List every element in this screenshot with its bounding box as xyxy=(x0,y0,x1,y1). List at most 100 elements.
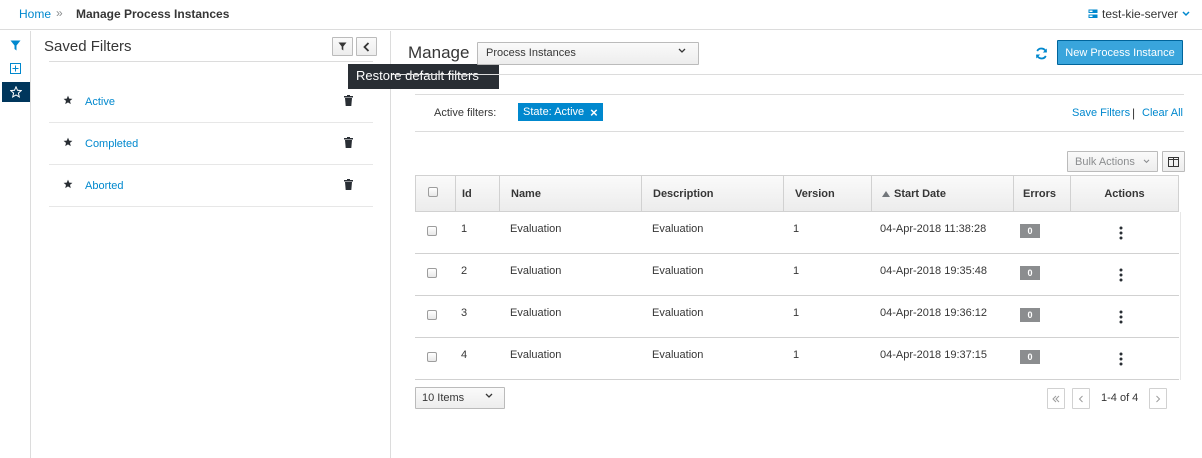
restore-default-filters-button[interactable] xyxy=(332,37,353,56)
column-header-start-date-label: Start Date xyxy=(894,188,946,200)
bulk-actions-dropdown[interactable]: Bulk Actions xyxy=(1067,151,1158,172)
select-all-checkbox[interactable] xyxy=(428,187,438,197)
new-process-instance-button[interactable]: New Process Instance xyxy=(1057,40,1183,65)
cell-start-date: 04-Apr-2018 19:36:12 xyxy=(880,307,988,319)
table-scrollbar[interactable] xyxy=(1180,212,1184,380)
star-icon xyxy=(63,95,73,105)
restore-filters-tooltip: Restore default filters xyxy=(348,64,499,89)
filter-icon xyxy=(338,42,347,51)
cell-description: Evaluation xyxy=(652,265,704,277)
row-checkbox[interactable] xyxy=(427,268,437,278)
refresh-button[interactable] xyxy=(1032,44,1050,62)
trash-icon[interactable] xyxy=(344,179,353,190)
save-filters-link[interactable]: Save Filters xyxy=(1072,107,1130,119)
trash-icon[interactable] xyxy=(344,95,353,106)
cell-name: Evaluation xyxy=(510,307,562,319)
sort-ascending-icon xyxy=(882,191,890,197)
cell-description: Evaluation xyxy=(652,223,704,235)
manage-type-select[interactable]: Process Instances xyxy=(477,42,699,65)
kebab-menu-icon[interactable] xyxy=(1117,310,1125,324)
cell-id: 4 xyxy=(461,349,468,361)
cell-version: 1 xyxy=(793,307,800,319)
server-icon xyxy=(1088,9,1098,18)
cell-id: 2 xyxy=(461,265,468,277)
cell-name: Evaluation xyxy=(510,349,562,361)
chevron-right-icon xyxy=(1156,395,1161,402)
filter-chip-state: State: Active × xyxy=(518,103,603,121)
row-checkbox[interactable] xyxy=(427,310,437,320)
kebab-menu-icon[interactable] xyxy=(1117,226,1125,240)
refresh-icon xyxy=(1035,47,1047,59)
error-count-badge: 0 xyxy=(1020,308,1040,322)
column-header-description[interactable]: Description xyxy=(642,176,784,211)
table-row[interactable]: 3 Evaluation Evaluation 1 04-Apr-2018 19… xyxy=(415,296,1179,338)
star-icon xyxy=(10,86,22,98)
table-row[interactable]: 4 Evaluation Evaluation 1 04-Apr-2018 19… xyxy=(415,338,1179,380)
pagination-info: 1-4 of 4 xyxy=(1101,392,1139,404)
items-per-page-select[interactable]: 10 Items xyxy=(415,387,505,409)
table-header: Id Name Description Version Start Date E… xyxy=(415,175,1179,212)
kebab-menu-icon[interactable] xyxy=(1117,268,1125,282)
kebab-menu-icon[interactable] xyxy=(1117,352,1125,366)
column-header-actions: Actions xyxy=(1104,188,1145,200)
saved-filter-item[interactable]: Completed xyxy=(49,123,373,165)
chevron-left-icon xyxy=(1078,395,1083,402)
cell-name: Evaluation xyxy=(510,265,562,277)
cell-start-date: 04-Apr-2018 11:38:28 xyxy=(880,223,987,235)
saved-filter-link[interactable]: Aborted xyxy=(85,180,124,192)
table-row[interactable]: 1 Evaluation Evaluation 1 04-Apr-2018 11… xyxy=(415,212,1179,254)
server-name: test-kie-server xyxy=(1101,7,1178,21)
collapse-panel-button[interactable] xyxy=(356,37,377,56)
column-header-errors[interactable]: Errors xyxy=(1014,176,1071,211)
saved-filter-item[interactable]: Active xyxy=(49,81,373,123)
items-per-page-value: 10 Items xyxy=(422,392,465,404)
column-picker-button[interactable] xyxy=(1162,151,1185,172)
clear-all-link[interactable]: Clear All xyxy=(1142,107,1183,119)
star-icon xyxy=(63,179,73,189)
rail-add-button[interactable] xyxy=(4,59,26,77)
saved-filters-title: Saved Filters xyxy=(44,38,132,55)
filter-chip-remove-icon[interactable]: × xyxy=(590,105,598,120)
cell-id: 1 xyxy=(461,223,468,235)
icon-rail xyxy=(0,31,31,458)
first-page-button[interactable] xyxy=(1047,388,1065,409)
manage-label: Manage xyxy=(408,43,470,62)
server-menu[interactable]: test-kie-server xyxy=(1088,7,1190,21)
active-filters-bar: Active filters: State: Active × Save Fil… xyxy=(415,94,1184,132)
saved-filter-link[interactable]: Active xyxy=(85,96,115,108)
add-icon xyxy=(9,62,21,74)
rail-saved-filters-button[interactable] xyxy=(2,82,30,102)
header-divider xyxy=(392,74,1202,75)
saved-filter-item[interactable]: Aborted xyxy=(49,165,373,207)
chevron-down-icon xyxy=(485,393,493,398)
saved-filters-panel: Saved Filters Active Completed Aborted xyxy=(31,31,391,458)
saved-filter-link[interactable]: Completed xyxy=(85,138,138,150)
row-checkbox[interactable] xyxy=(427,352,437,362)
cell-start-date: 04-Apr-2018 19:37:15 xyxy=(880,349,988,361)
cell-id: 3 xyxy=(461,307,468,319)
table-row[interactable]: 2 Evaluation Evaluation 1 04-Apr-2018 19… xyxy=(415,254,1179,296)
chevron-left-icon xyxy=(363,41,370,52)
chevron-down-icon xyxy=(1143,159,1150,164)
breadcrumb-home-link[interactable]: Home xyxy=(19,7,51,21)
rail-filter-button[interactable] xyxy=(4,36,26,54)
column-header-id[interactable]: Id xyxy=(456,176,500,211)
chevron-down-icon xyxy=(678,48,686,53)
cell-description: Evaluation xyxy=(652,307,704,319)
manage-type-value: Process Instances xyxy=(486,47,576,59)
previous-page-button[interactable] xyxy=(1072,388,1090,409)
row-checkbox[interactable] xyxy=(427,226,437,236)
saved-filters-divider xyxy=(49,61,373,62)
trash-icon[interactable] xyxy=(344,137,353,148)
active-filters-label: Active filters: xyxy=(434,107,497,119)
column-header-start-date[interactable]: Start Date xyxy=(872,176,1014,211)
top-bar: Home » Manage Process Instances test-kie… xyxy=(0,0,1202,30)
next-page-button[interactable] xyxy=(1149,388,1167,409)
chevron-down-icon xyxy=(1182,11,1190,17)
select-all-header xyxy=(416,176,456,211)
filter-chip-label: State: Active xyxy=(523,106,585,118)
column-header-name[interactable]: Name xyxy=(500,176,642,211)
column-header-version[interactable]: Version xyxy=(784,176,872,211)
breadcrumb-current: Manage Process Instances xyxy=(76,7,230,21)
cell-start-date: 04-Apr-2018 19:35:48 xyxy=(880,265,988,277)
